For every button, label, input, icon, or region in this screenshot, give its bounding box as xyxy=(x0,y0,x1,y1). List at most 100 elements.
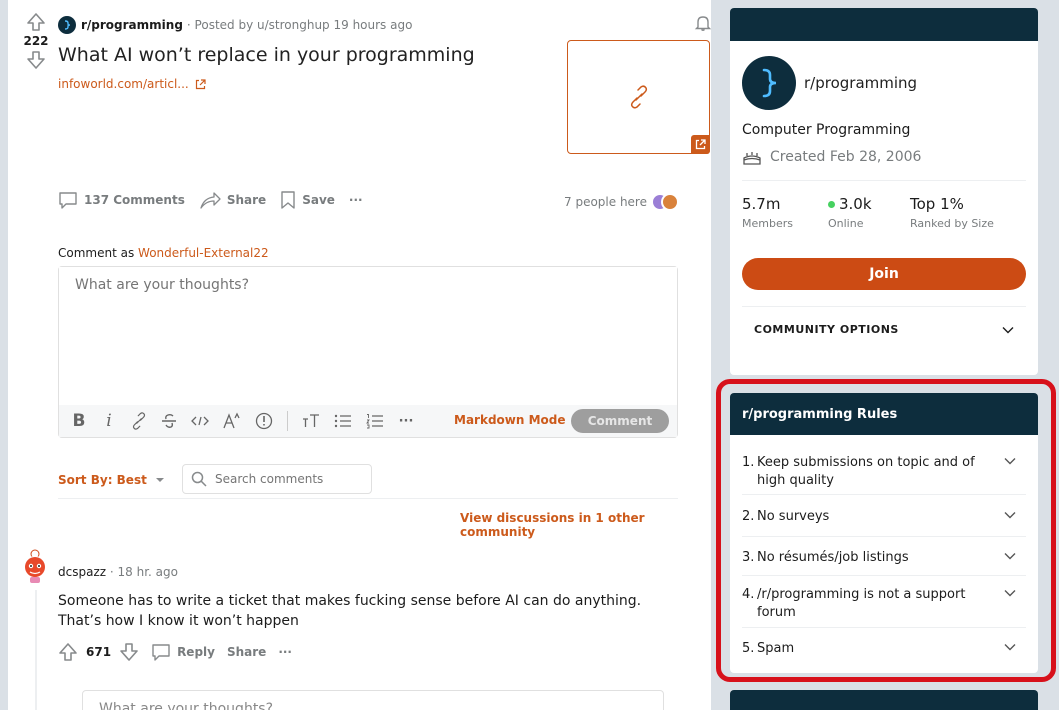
downvote-button[interactable] xyxy=(26,50,46,70)
save-button[interactable]: Save xyxy=(280,190,335,210)
post-title[interactable]: What AI won’t replace in your programmin… xyxy=(58,44,475,66)
posted-by: · Posted by u/stronghup 19 hours ago xyxy=(186,18,413,32)
community-header: r/programming xyxy=(730,41,1038,110)
stat-members-value: 5.7m xyxy=(742,195,781,213)
markdown-mode-button[interactable]: Markdown Mode xyxy=(454,413,566,427)
stat-online-label: Online xyxy=(828,217,864,230)
comment-more-button[interactable]: ··· xyxy=(278,645,292,659)
share-label: Share xyxy=(226,193,267,207)
more-options-button[interactable]: ··· xyxy=(349,193,363,207)
more-formatting-button[interactable]: ··· xyxy=(398,414,414,429)
stat-rank-value: Top 1% xyxy=(910,195,964,213)
comment-upvote-button[interactable] xyxy=(58,642,78,662)
strikethrough-icon xyxy=(162,413,176,428)
community-banner xyxy=(730,8,1038,41)
comment-as: Comment as Wonderful-External22 xyxy=(58,246,269,260)
post-domain-link[interactable]: infoworld.com/articl... xyxy=(58,77,206,91)
stat-online-value-wrap: 3.0k xyxy=(828,195,910,213)
strikethrough-button[interactable] xyxy=(161,413,177,429)
caret-down-icon xyxy=(155,478,164,482)
people-here: 7 people here xyxy=(564,193,679,211)
numbered-list-icon xyxy=(366,414,383,429)
link-icon xyxy=(132,412,146,430)
comment-time: · 18 hr. ago xyxy=(109,565,178,579)
bell-icon xyxy=(694,16,712,31)
spoiler-icon xyxy=(255,412,273,430)
upvote-button[interactable] xyxy=(26,12,46,32)
view-discussions-link[interactable]: View discussions in 1 other community xyxy=(460,511,711,539)
bulleted-list-button[interactable] xyxy=(334,413,352,429)
comments-button[interactable]: 137 Comments xyxy=(58,190,185,210)
superscript-button[interactable] xyxy=(223,412,241,430)
current-username[interactable]: Wonderful-External22 xyxy=(138,246,269,260)
divider xyxy=(58,498,678,499)
reply-button[interactable]: Reply xyxy=(151,642,215,662)
chevron-down-icon xyxy=(1002,326,1014,333)
comment-textarea[interactable] xyxy=(59,267,677,405)
community-icon[interactable] xyxy=(742,56,796,110)
downvote-icon xyxy=(120,643,138,661)
comment-as-label: Comment as xyxy=(58,246,135,260)
stat-rank: Top 1% Ranked by Size xyxy=(910,195,994,230)
comments-label: 137 Comments xyxy=(84,193,185,207)
numbered-list-button[interactable] xyxy=(366,413,384,429)
share-icon xyxy=(200,192,221,209)
italic-button[interactable]: i xyxy=(101,411,117,431)
post-vote-count: 222 xyxy=(23,34,49,48)
inline-code-button[interactable] xyxy=(191,414,209,428)
code-icon xyxy=(191,416,209,426)
search-comments-input[interactable] xyxy=(215,472,365,486)
community-description: Computer Programming xyxy=(742,122,911,138)
bookmark-icon xyxy=(281,191,295,209)
external-link-icon xyxy=(695,139,706,150)
share-button[interactable]: Share xyxy=(199,190,266,210)
stat-online: 3.0k Online xyxy=(828,195,910,230)
people-here-label: 7 people here xyxy=(564,195,647,209)
sort-dropdown[interactable]: Sort By: Best xyxy=(58,473,165,487)
comment-search xyxy=(182,464,372,494)
info-panel-header xyxy=(730,690,1038,710)
save-label: Save xyxy=(302,193,335,207)
upvote-icon xyxy=(59,643,77,661)
post-thumbnail[interactable] xyxy=(567,40,710,154)
reply-input[interactable]: What are your thoughts? xyxy=(82,690,664,710)
post-meta: r/programming · Posted by u/stronghup 19… xyxy=(58,16,412,34)
comment-editor: B i xyxy=(58,266,678,438)
bold-button[interactable]: B xyxy=(71,411,87,431)
heading-icon xyxy=(303,414,319,427)
subreddit-icon[interactable] xyxy=(58,16,76,34)
comment-downvote-button[interactable] xyxy=(119,642,139,662)
annotation-highlight xyxy=(716,379,1056,682)
info-panel xyxy=(730,690,1038,710)
downvote-icon xyxy=(27,51,45,69)
community-created: Created Feb 28, 2006 xyxy=(730,138,1038,166)
comment-share-button[interactable]: Share xyxy=(227,645,266,659)
post-actions: 137 Comments Share Save ··· xyxy=(58,190,363,210)
link-icon xyxy=(630,85,647,109)
upvote-icon xyxy=(27,13,45,31)
thread-line[interactable] xyxy=(35,590,37,710)
stat-rank-label: Ranked by Size xyxy=(910,217,994,230)
comment-icon xyxy=(152,644,170,661)
comment-author[interactable]: dcspazz xyxy=(58,565,106,579)
link-button[interactable] xyxy=(131,412,147,430)
toolbar-separator xyxy=(287,411,288,431)
comment-meta: dcspazz · 18 hr. ago xyxy=(58,565,178,579)
spoiler-button[interactable] xyxy=(255,412,273,430)
sort-label: Sort By: Best xyxy=(58,473,147,487)
reply-label: Reply xyxy=(177,645,215,659)
post-panel: 222 r/programming · Posted by u/stronghu… xyxy=(8,0,712,710)
avatar[interactable] xyxy=(22,549,48,583)
comment-submit-button[interactable]: Comment xyxy=(571,409,669,433)
created-date: Created Feb 28, 2006 xyxy=(770,149,922,165)
community-name[interactable]: r/programming xyxy=(804,74,917,92)
subreddit-link[interactable]: r/programming xyxy=(81,18,183,32)
notification-bell-button[interactable] xyxy=(694,14,712,32)
join-button[interactable]: Join xyxy=(742,258,1026,290)
community-stats: 5.7m Members 3.0k Online Top 1% Ranked b… xyxy=(730,181,1038,230)
avatar xyxy=(660,193,679,211)
comment-icon xyxy=(59,192,77,209)
community-options-toggle[interactable]: COMMUNITY OPTIONS xyxy=(730,307,1038,336)
search-icon xyxy=(191,471,207,487)
heading-button[interactable] xyxy=(302,413,320,429)
